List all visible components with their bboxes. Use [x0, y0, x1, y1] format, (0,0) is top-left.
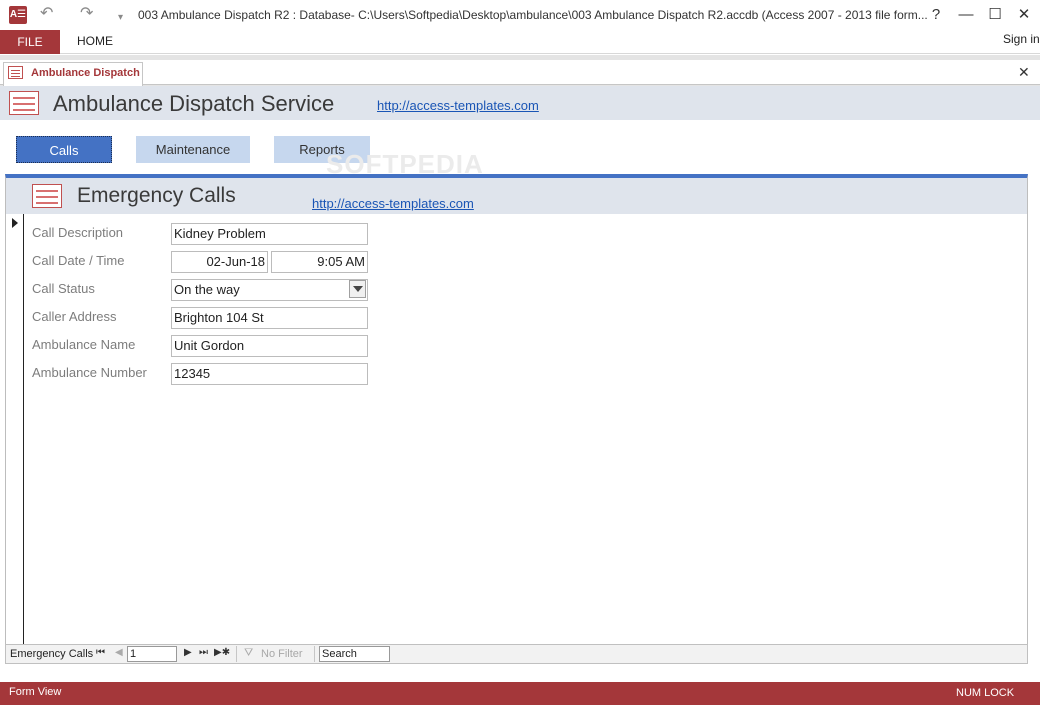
next-record-icon[interactable]: ▶	[184, 647, 192, 658]
ambulance-name-label: Ambulance Name	[32, 337, 136, 352]
record-nav-label: Emergency Calls	[10, 648, 94, 660]
call-status-label: Call Status	[32, 281, 95, 296]
call-date-time-label: Call Date / Time	[32, 253, 125, 268]
form-header-icon	[9, 91, 39, 115]
caller-address-field[interactable]: Brighton 104 St	[171, 307, 368, 329]
close-window-button[interactable]: ✕	[1012, 5, 1036, 25]
ambulance-number-field[interactable]: 12345	[171, 363, 368, 385]
caller-address-label: Caller Address	[32, 309, 117, 324]
help-button[interactable]: ?	[924, 5, 948, 25]
nav-separator	[236, 646, 237, 662]
window-title: 003 Ambulance Dispatch R2 : Database- C:…	[138, 8, 928, 22]
call-time-field[interactable]: 9:05 AM	[271, 251, 368, 273]
tab-file[interactable]: FILE	[0, 30, 60, 54]
first-record-icon[interactable]: ⏮	[96, 647, 105, 658]
subform-title: Emergency Calls	[77, 184, 236, 207]
filter-icon: ⛛	[244, 647, 254, 659]
previous-record-icon[interactable]: ◀	[115, 647, 123, 658]
new-record-icon[interactable]: ▶✱	[214, 647, 230, 658]
ambulance-name-field[interactable]: Unit Gordon	[171, 335, 368, 357]
subform-access-templates-link[interactable]: http://access-templates.com	[312, 196, 474, 211]
redo-icon[interactable]: ↷	[80, 4, 93, 24]
page-title: Ambulance Dispatch Service	[53, 91, 335, 116]
subform-header-icon	[32, 184, 62, 208]
maximize-button[interactable]: ☐	[983, 5, 1007, 25]
close-document-icon[interactable]: ✕	[1018, 64, 1030, 81]
chevron-down-icon[interactable]	[349, 280, 366, 298]
call-status-select[interactable]: On the way	[171, 279, 368, 301]
num-lock-indicator: NUM LOCK	[956, 687, 1015, 699]
current-record-arrow-icon	[12, 218, 18, 228]
last-record-icon[interactable]: ⏭	[199, 647, 208, 658]
sign-in-link[interactable]: Sign in	[1003, 32, 1040, 46]
undo-icon[interactable]: ↶	[40, 4, 53, 24]
ambulance-number-label: Ambulance Number	[32, 365, 147, 380]
calls-button[interactable]: Calls	[16, 136, 112, 163]
no-filter-button[interactable]: No Filter	[261, 648, 303, 660]
document-tab-label: Ambulance Dispatch	[31, 67, 140, 79]
ribbon-tab-bar	[0, 30, 1040, 54]
form-icon	[8, 66, 23, 79]
customize-quick-access-icon[interactable]: ▾	[118, 8, 123, 28]
call-description-label: Call Description	[32, 225, 124, 240]
maintenance-button[interactable]: Maintenance	[136, 136, 250, 163]
current-record-input[interactable]: 1	[127, 646, 177, 662]
call-date-field[interactable]: 02-Jun-18	[171, 251, 268, 273]
emergency-calls-subform	[5, 174, 1028, 664]
status-bar	[0, 682, 1040, 705]
record-selector[interactable]	[6, 214, 24, 644]
call-description-field[interactable]: Kidney Problem	[171, 223, 368, 245]
view-mode-status: Form View	[9, 686, 62, 698]
nav-separator	[314, 646, 315, 662]
access-templates-link[interactable]: http://access-templates.com	[377, 98, 539, 113]
search-input[interactable]: Search	[319, 646, 390, 662]
minimize-button[interactable]: —	[954, 5, 978, 25]
access-app-icon[interactable]: A☰	[9, 6, 27, 24]
tab-home[interactable]: HOME	[77, 34, 113, 48]
document-tab-strip	[0, 60, 1040, 85]
